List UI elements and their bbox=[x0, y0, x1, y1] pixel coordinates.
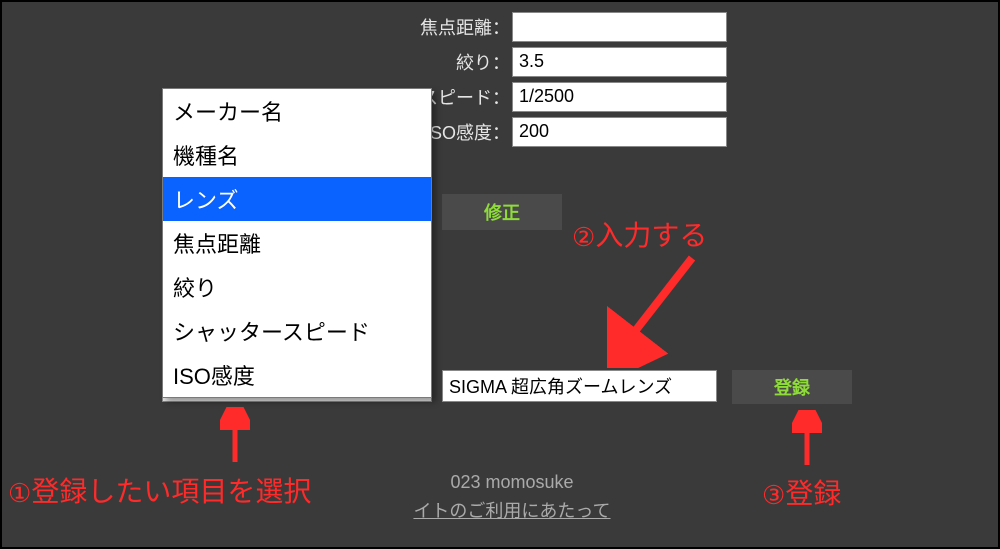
annotation-step3: ③登録 bbox=[762, 472, 841, 512]
modify-button[interactable]: 修正 bbox=[442, 194, 562, 230]
arrow-icon bbox=[220, 407, 250, 467]
focal-length-input[interactable] bbox=[512, 12, 727, 42]
footer-terms-link[interactable]: イトのご利用にあたって bbox=[392, 497, 632, 523]
annotation-step2: ②入力する bbox=[572, 214, 707, 254]
dropdown-item-shutter[interactable]: シャッタースピード bbox=[163, 309, 431, 353]
focal-length-label: 焦点距離： bbox=[2, 14, 512, 40]
shutter-input[interactable] bbox=[512, 82, 727, 112]
aperture-input[interactable] bbox=[512, 47, 727, 77]
dropdown-item-lens[interactable]: レンズ bbox=[163, 177, 431, 221]
aperture-label: 絞り： bbox=[2, 49, 512, 75]
footer: 023 momosuke イトのご利用にあたって bbox=[392, 472, 632, 523]
iso-input[interactable] bbox=[512, 117, 727, 147]
dropdown-item-model[interactable]: 機種名 bbox=[163, 133, 431, 177]
arrow-icon bbox=[792, 410, 822, 470]
register-button[interactable]: 登録 bbox=[732, 370, 852, 404]
dropdown-item-aperture[interactable]: 絞り bbox=[163, 265, 431, 309]
dropdown-item-iso[interactable]: ISO感度 bbox=[163, 353, 431, 397]
arrow-icon bbox=[607, 248, 717, 368]
footer-copyright: 023 momosuke bbox=[450, 472, 573, 492]
annotation-step1: ①登録したい項目を選択 bbox=[8, 470, 311, 510]
dropdown-item-maker[interactable]: メーカー名 bbox=[163, 89, 431, 133]
dropdown-item-focal[interactable]: 焦点距離 bbox=[163, 221, 431, 265]
value-input[interactable] bbox=[442, 370, 717, 402]
field-dropdown-list[interactable]: メーカー名 機種名 レンズ 焦点距離 絞り シャッタースピード ISO感度 bbox=[162, 88, 432, 398]
